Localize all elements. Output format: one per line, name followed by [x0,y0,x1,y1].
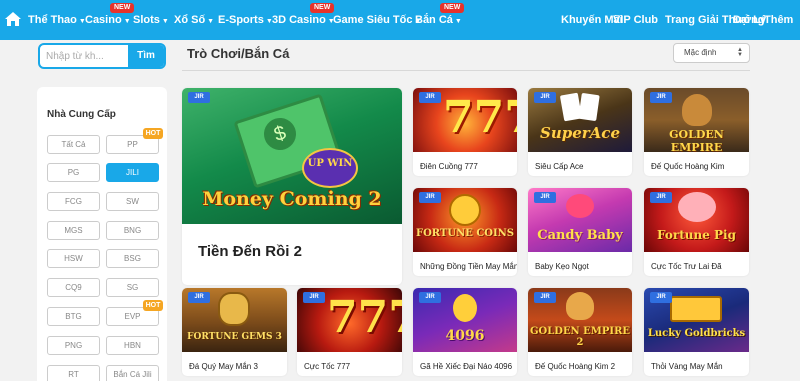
hot-badge: HOT [143,128,163,139]
nav-item-slots[interactable]: Slots ▼ [133,14,169,26]
featured-game-title: Tiền Đến Rồi 2 [198,243,302,260]
game-card[interactable]: FORTUNE GEMS 3 JIR Đá Quý May Mắn 3 [182,288,287,376]
new-badge: NEW [310,3,335,13]
new-badge: NEW [440,3,465,13]
game-card[interactable]: FORTUNE COINS JIR Những Đồng Tiền May Mắ… [413,188,517,276]
character-art [566,292,594,320]
game-name: Đế Quốc Hoàng Kim [651,162,725,171]
jir-badge: JIR [534,192,556,203]
provider-button[interactable]: SW [106,192,159,211]
game-name: Cực Tốc Trư Lai Đã [651,262,722,271]
featured-game-card[interactable]: $ UP WIN Money Coming 2 JIR Tiền Đến Rồi… [182,88,402,285]
chevron-down-icon: ▼ [123,18,131,25]
nav-item-casino[interactable]: Casino ▼ [85,14,131,26]
character-art [682,94,712,126]
nav-link-them[interactable]: Thêm [764,14,793,26]
section-title: Trò Chơi/Bắn Cá [187,46,290,61]
top-navigation-bar: Thể Thao ▼ Casino ▼ NEW Slots ▼ Xổ Số ▼ E-Sp… [0,0,800,40]
chevron-down-icon: ▼ [454,18,462,25]
sort-arrows-icon: ▲ ▼ [737,47,743,58]
home-icon[interactable] [4,10,22,28]
provider-button-active[interactable]: JILI [106,163,159,182]
jir-badge: JIR [303,292,325,303]
game-card[interactable]: Fortune Pig JIR Cực Tốc Trư Lai Đã [644,188,749,276]
provider-button[interactable]: BNG [106,221,159,240]
jir-badge: JIR [534,92,556,103]
jir-badge: JIR [534,292,556,303]
jir-badge: JIR [650,292,672,303]
gold-bar-art [670,296,722,322]
game-name: Điên Cuồng 777 [420,162,478,171]
game-card[interactable]: Candy Baby JIR Baby Kẹo Ngọt [528,188,632,276]
chevron-down-icon: ▼ [207,18,215,25]
provider-button[interactable]: PNG [47,336,100,355]
game-card[interactable]: SuperAce JIR Siêu Cấp Ace [528,88,632,176]
game-name: Gã Hề Xiếc Đại Náo 4096 [420,362,513,371]
game-name: Thỏi Vàng May Mắn [651,362,723,371]
game-thumbnail: $ UP WIN Money Coming 2 [182,88,402,224]
nav-item-e-sports[interactable]: E-Sports ▼ [218,14,273,26]
new-badge: NEW [110,3,135,13]
provider-button[interactable]: SG [106,278,159,297]
game-name: Những Đồng Tiền May Mắn [420,262,517,271]
nav-item-game-sieu-toc[interactable]: Game Siêu Tốc ▼ [333,14,421,26]
jir-badge: JIR [419,92,441,103]
game-name: Cực Tốc 777 [304,362,351,371]
game-card[interactable]: 777 JIR Cực Tốc 777 [297,288,402,376]
jir-badge: JIR [188,92,210,103]
nav-item-ban-ca[interactable]: Bắn Cá ▼ [415,14,462,26]
provider-button[interactable]: Bắn Cá Jili [106,365,159,381]
provider-button[interactable]: HSW [47,249,100,268]
pig-art [678,192,716,222]
nav-item-3d-casino[interactable]: 3D Casino ▼ [272,14,335,26]
provider-button[interactable]: CQ9 [47,278,100,297]
provider-button[interactable]: FCG [47,192,100,211]
game-card[interactable]: GOLDEN EMPIRE JIR Đế Quốc Hoàng Kim [644,88,749,176]
provider-button[interactable]: HBN [106,336,159,355]
provider-panel: Nhà Cung Cấp Tất Cả PP HOT PG JILI FCG S… [37,87,167,381]
coin-art [449,194,481,226]
game-card[interactable]: Lucky Goldbricks JIR Thỏi Vàng May Mắn [644,288,749,376]
provider-button[interactable]: Tất Cả [47,135,100,154]
hot-badge: HOT [143,300,163,311]
provider-button[interactable]: RT [47,365,100,381]
jir-badge: JIR [650,192,672,203]
jir-badge: JIR [419,192,441,203]
provider-button[interactable]: PG [47,163,100,182]
game-card[interactable]: 4096 JIR Gã Hề Xiếc Đại Náo 4096 [413,288,517,376]
game-name: Siêu Cấp Ace [535,162,584,171]
game-name: Đế Quốc Hoàng Kim 2 [535,362,616,371]
nav-item-xo-so[interactable]: Xổ Số ▼ [174,14,214,26]
jir-badge: JIR [419,292,441,303]
provider-button[interactable]: BTG [47,307,100,326]
search-input[interactable] [40,45,126,67]
mask-art [218,292,250,326]
game-card[interactable]: GOLDEN EMPIRE 2 JIR Đế Quốc Hoàng Kim 2 [528,288,632,376]
jir-badge: JIR [188,292,210,303]
game-card[interactable]: 777 JIR Điên Cuồng 777 [413,88,517,176]
game-name: Baby Kẹo Ngọt [535,262,589,271]
jir-badge: JIR [650,92,672,103]
provider-button[interactable]: BSG [106,249,159,268]
sort-select[interactable]: Mặc định ▲ ▼ [673,43,750,63]
game-name: Đá Quý May Mắn 3 [189,362,258,371]
nav-item-the-thao[interactable]: Thể Thao ▼ [28,14,86,26]
chevron-down-icon: ▼ [161,18,169,25]
nav-link-dai-ly[interactable]: Đại Lý [733,14,766,26]
provider-button[interactable]: MGS [47,221,100,240]
provider-panel-title: Nhà Cung Cấp [47,109,116,120]
divider [182,70,750,71]
search-button[interactable]: Tìm [128,45,164,67]
card-art [578,92,600,122]
clown-art [453,294,477,322]
search-box: Tìm [38,43,166,69]
nav-link-vip-club[interactable]: VIP Club [613,14,658,26]
candy-art [566,194,594,218]
